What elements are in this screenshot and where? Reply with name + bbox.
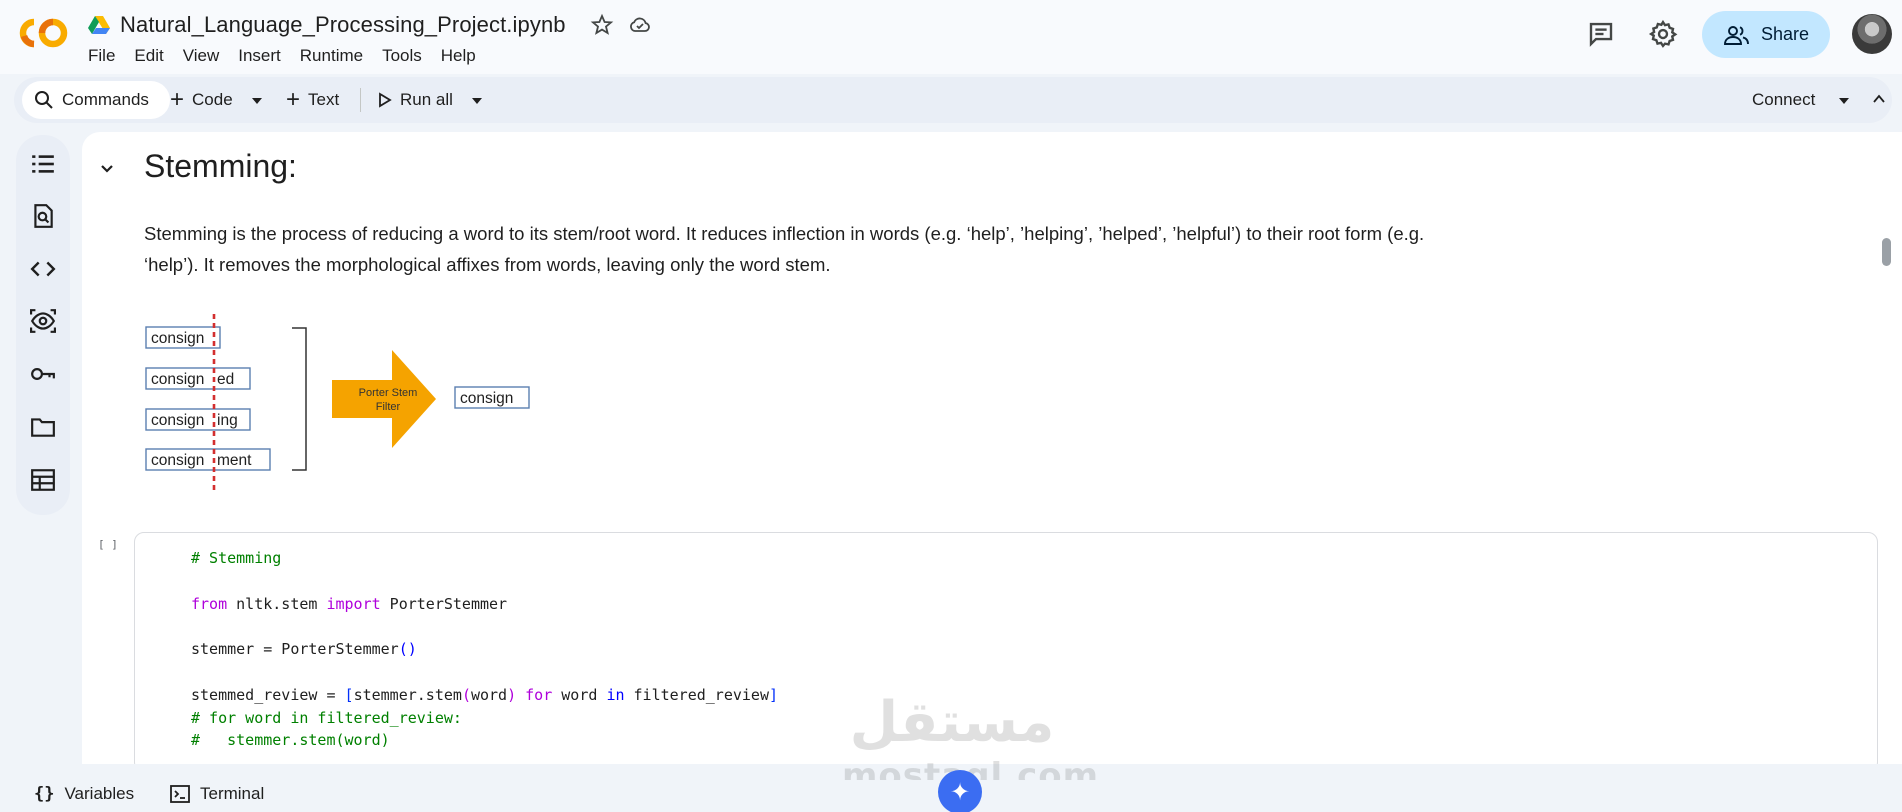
- filter-label-line1: Porter Stem: [359, 387, 418, 399]
- toolbar-divider: [360, 88, 361, 112]
- run-all-label: Run all: [400, 90, 453, 109]
- stemming-diagram: consign consign ed consign ing consign m…: [145, 314, 530, 490]
- title-row: Natural_Language_Processing_Project.ipyn…: [88, 12, 652, 38]
- menu-file[interactable]: File: [88, 46, 125, 66]
- code-keyword: import: [326, 594, 381, 613]
- share-label: Share: [1760, 24, 1810, 44]
- add-code-button[interactable]: + Code: [170, 77, 233, 123]
- side-rail: [16, 135, 70, 515]
- text-label: Text: [308, 90, 340, 109]
- code-keyword: in: [606, 685, 625, 704]
- terminal-button[interactable]: Terminal: [170, 784, 264, 804]
- code-text: stemmer.stem: [353, 685, 462, 704]
- find-replace-icon[interactable]: [30, 203, 56, 229]
- menu-runtime[interactable]: Runtime: [300, 46, 373, 66]
- chevron-down-icon[interactable]: [471, 97, 483, 105]
- word-suffix: ing: [217, 412, 238, 429]
- table-of-contents-icon[interactable]: [30, 151, 56, 177]
- result-word: consign: [460, 390, 513, 407]
- menu-tools[interactable]: Tools: [382, 46, 432, 66]
- commands-button[interactable]: Commands: [22, 81, 170, 119]
- play-icon: [379, 92, 392, 108]
- code-text: stemmer = PorterStemmer: [191, 640, 399, 659]
- scrollbar-thumb[interactable]: [1882, 238, 1891, 266]
- notebook-toolbar: Commands + Code + Text Run all Connect: [14, 77, 1892, 123]
- plus-icon: +: [286, 86, 301, 113]
- variables-label: Variables: [64, 784, 135, 803]
- code-cell[interactable]: # Stemming from nltk.stem import PorterS…: [134, 532, 1878, 764]
- cell-run-indicator[interactable]: [ ]: [98, 538, 118, 551]
- braces-icon: {}: [34, 784, 55, 804]
- code-label: Code: [192, 90, 233, 109]
- star-icon[interactable]: [590, 13, 614, 37]
- word-suffix: ed: [217, 371, 234, 388]
- code-bracket: [: [344, 685, 354, 704]
- word-suffix: ment: [217, 452, 252, 469]
- notebook-panel: Stemming: Stemming is the process of red…: [82, 132, 1902, 764]
- menu-insert[interactable]: Insert: [238, 46, 291, 66]
- share-people-icon: [1724, 25, 1749, 45]
- share-button[interactable]: Share: [1702, 11, 1830, 58]
- menu-view[interactable]: View: [183, 46, 230, 66]
- cloud-icon[interactable]: [628, 13, 652, 37]
- chevron-down-icon[interactable]: [251, 97, 263, 105]
- drive-icon[interactable]: [88, 15, 110, 35]
- code-bracket: ]: [769, 685, 779, 704]
- top-header: Natural_Language_Processing_Project.ipyn…: [0, 0, 1902, 74]
- comment-icon[interactable]: [1586, 19, 1616, 49]
- filter-label-line2: Filter: [376, 401, 401, 413]
- code-text: word: [470, 685, 508, 704]
- code-text: nltk.stem: [227, 594, 327, 613]
- sparkle-icon: ✦: [949, 778, 971, 806]
- collapse-section-chevron-icon[interactable]: [96, 158, 118, 180]
- word-stem: consign: [151, 330, 204, 347]
- notebook-title[interactable]: Natural_Language_Processing_Project.ipyn…: [120, 12, 566, 38]
- bracket: [292, 327, 307, 471]
- menu-edit[interactable]: Edit: [134, 46, 173, 66]
- commands-label: Commands: [62, 90, 149, 109]
- porter-filter-arrow: [332, 350, 436, 448]
- word-stem: consign: [151, 412, 204, 429]
- terminal-label: Terminal: [200, 784, 265, 803]
- files-folder-icon[interactable]: [30, 414, 56, 440]
- menu-help[interactable]: Help: [441, 46, 486, 66]
- connect-label: Connect: [1752, 90, 1816, 109]
- word-stem: consign: [151, 371, 204, 388]
- code-text: stemmed_review =: [191, 685, 345, 704]
- variables-button[interactable]: {} Variables: [34, 784, 134, 804]
- word-stem: consign: [151, 452, 204, 469]
- code-text: filtered_review: [624, 685, 769, 704]
- chevron-down-icon[interactable]: [1838, 97, 1850, 105]
- code-comment: # for word in filtered_review:: [191, 708, 462, 727]
- run-all-button[interactable]: Run all: [378, 77, 453, 123]
- code-bracket: ): [507, 685, 517, 704]
- code-comment: # Stemming: [191, 549, 282, 567]
- secrets-key-icon[interactable]: [30, 361, 56, 387]
- code-bracket: (: [461, 685, 471, 704]
- chevron-up-icon[interactable]: [1872, 93, 1886, 105]
- gemini-sparkle-button[interactable]: ✦: [938, 770, 982, 812]
- plus-icon: +: [170, 86, 185, 113]
- data-table-icon[interactable]: [30, 467, 56, 493]
- terminal-icon: [170, 785, 190, 803]
- colab-logo-icon[interactable]: [18, 16, 70, 50]
- section-heading: Stemming:: [144, 148, 297, 184]
- add-text-button[interactable]: + Text: [286, 77, 339, 123]
- code-editor[interactable]: # Stemming from nltk.stem import PorterS…: [191, 547, 778, 752]
- code-keyword: from: [191, 594, 228, 613]
- code-bracket: (): [398, 640, 417, 659]
- connect-button[interactable]: Connect: [1752, 77, 1815, 123]
- code-comment: # stemmer.stem(word): [191, 731, 390, 750]
- variables-inspector-icon[interactable]: [30, 308, 56, 334]
- search-icon: [35, 91, 53, 109]
- code-text: word: [552, 685, 607, 704]
- section-paragraph: Stemming is the process of reducing a wo…: [144, 223, 1425, 275]
- code-text: PorterStemmer: [380, 594, 508, 613]
- menu-bar: File Edit View Insert Runtime Tools Help: [88, 46, 495, 66]
- code-keyword: for: [516, 685, 553, 704]
- avatar[interactable]: [1852, 14, 1892, 54]
- gear-icon[interactable]: [1648, 19, 1678, 49]
- code-snippets-icon[interactable]: [30, 256, 56, 282]
